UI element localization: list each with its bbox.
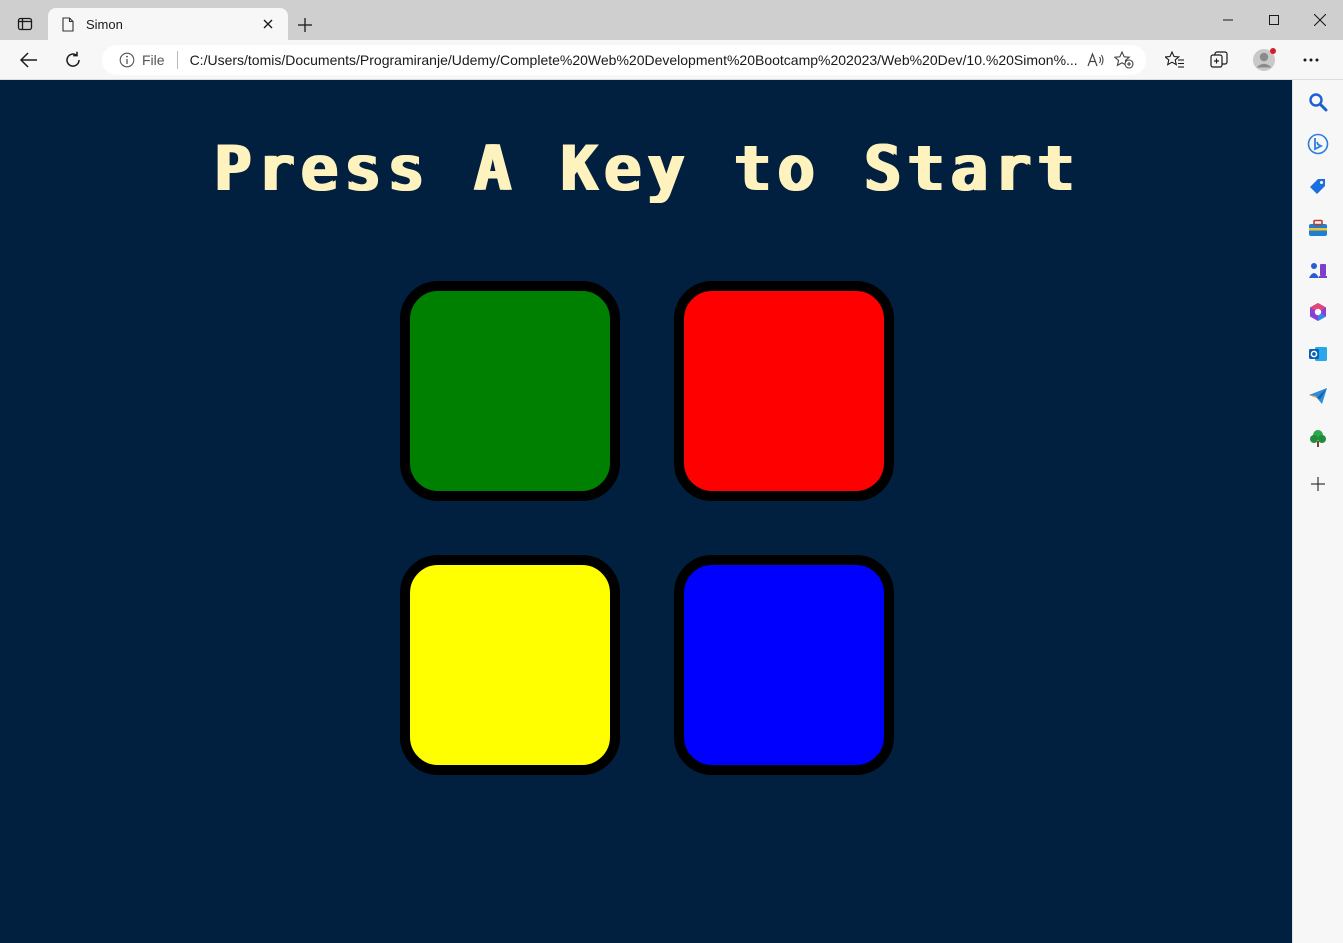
title-bar: Simon (0, 0, 1343, 40)
simon-page: Press A Key to Start (0, 80, 1292, 943)
url-text[interactable]: C:/Users/tomis/Documents/Programiranje/U… (190, 52, 1082, 68)
close-icon (1314, 14, 1326, 26)
tree-icon[interactable] (1304, 424, 1332, 452)
blue-button[interactable] (674, 555, 894, 775)
profile-button[interactable] (1249, 46, 1281, 74)
tab-close-icon[interactable] (258, 14, 278, 34)
bing-icon[interactable] (1304, 130, 1332, 158)
tab-actions-icon (17, 17, 33, 31)
tab-title: Simon (86, 16, 123, 32)
collections-button[interactable] (1203, 46, 1235, 74)
collections-icon (1210, 51, 1228, 68)
favorites-icon (1165, 51, 1184, 68)
browser-tab[interactable]: Simon (48, 8, 288, 40)
page-icon (60, 16, 76, 32)
close-window-button[interactable] (1297, 0, 1343, 40)
green-button[interactable] (400, 281, 620, 501)
new-tab-button[interactable] (292, 12, 318, 38)
search-icon[interactable] (1304, 88, 1332, 116)
window-controls (1205, 0, 1343, 40)
level-title: Press A Key to Start (212, 132, 1080, 205)
back-arrow-icon (20, 52, 37, 68)
add-favorite-icon[interactable] (1110, 47, 1138, 73)
red-button[interactable] (674, 281, 894, 501)
address-separator (176, 51, 178, 69)
maximize-button[interactable] (1251, 0, 1297, 40)
refresh-icon (66, 51, 80, 67)
address-bar[interactable]: File C:/Users/tomis/Documents/Programira… (102, 45, 1146, 75)
minimize-icon (1223, 19, 1233, 21)
settings-more-button[interactable] (1295, 46, 1327, 74)
yellow-button[interactable] (400, 555, 620, 775)
microsoft365-icon[interactable] (1304, 298, 1332, 326)
shopping-icon[interactable] (1304, 172, 1332, 200)
browser-toolbar: File C:/Users/tomis/Documents/Programira… (0, 40, 1343, 80)
games-icon[interactable] (1304, 256, 1332, 284)
plus-icon (298, 18, 312, 32)
refresh-button[interactable] (58, 46, 88, 74)
back-button[interactable] (14, 46, 44, 74)
url-scheme-label: File (142, 52, 165, 68)
tools-icon[interactable] (1304, 214, 1332, 242)
outlook-icon[interactable] (1304, 340, 1332, 368)
read-aloud-icon[interactable] (1082, 47, 1110, 73)
more-icon (1303, 58, 1319, 62)
edge-sidebar (1292, 80, 1343, 943)
telegram-icon[interactable] (1304, 382, 1332, 410)
maximize-icon (1269, 15, 1279, 25)
favorites-button[interactable] (1159, 46, 1191, 74)
info-icon[interactable] (118, 51, 136, 69)
avatar (1253, 48, 1276, 71)
minimize-button[interactable] (1205, 0, 1251, 40)
tab-actions-button[interactable] (8, 9, 42, 39)
add-icon[interactable] (1304, 470, 1332, 498)
